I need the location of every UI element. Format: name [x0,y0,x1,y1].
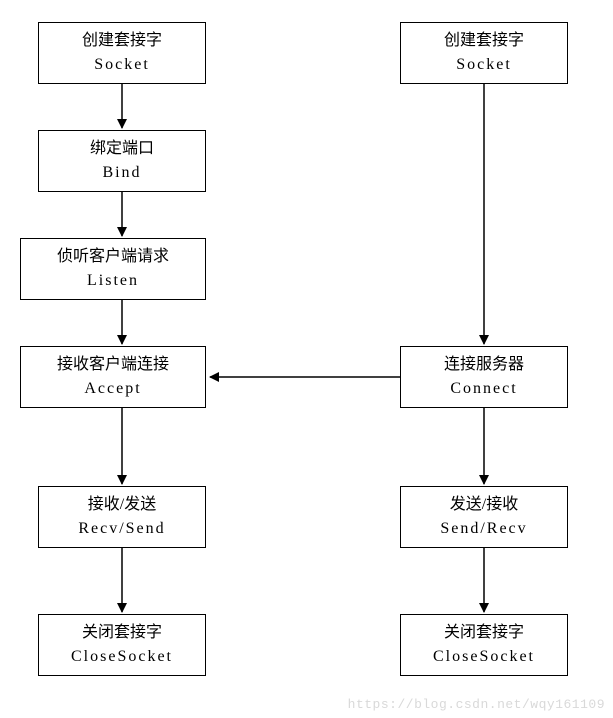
box-label-en: Connect [450,377,517,401]
box-label-en: CloseSocket [71,645,173,669]
server-listen-box: 侦听客户端请求 Listen [20,238,206,300]
box-label-cn: 连接服务器 [444,353,524,377]
box-label-cn: 关闭套接字 [444,621,524,645]
box-label-cn: 接收/发送 [88,493,156,517]
box-label-en: Send/Recv [440,517,527,541]
box-label-cn: 发送/接收 [450,493,518,517]
client-connect-box: 连接服务器 Connect [400,346,568,408]
server-recvsend-box: 接收/发送 Recv/Send [38,486,206,548]
box-label-cn: 创建套接字 [444,29,524,53]
server-socket-box: 创建套接字 Socket [38,22,206,84]
client-close-box: 关闭套接字 CloseSocket [400,614,568,676]
box-label-en: Socket [94,53,150,77]
box-label-cn: 创建套接字 [82,29,162,53]
server-bind-box: 绑定端口 Bind [38,130,206,192]
box-label-en: Bind [102,161,141,185]
box-label-en: Listen [87,269,139,293]
box-label-cn: 关闭套接字 [82,621,162,645]
box-label-cn: 侦听客户端请求 [57,245,169,269]
client-sendrecv-box: 发送/接收 Send/Recv [400,486,568,548]
box-label-en: Recv/Send [78,517,165,541]
box-label-cn: 接收客户端连接 [57,353,169,377]
server-close-box: 关闭套接字 CloseSocket [38,614,206,676]
box-label-en: CloseSocket [433,645,535,669]
client-socket-box: 创建套接字 Socket [400,22,568,84]
box-label-cn: 绑定端口 [90,137,154,161]
box-label-en: Accept [84,377,141,401]
server-accept-box: 接收客户端连接 Accept [20,346,206,408]
watermark: https://blog.csdn.net/wqy161109 [348,697,605,712]
box-label-en: Socket [456,53,512,77]
